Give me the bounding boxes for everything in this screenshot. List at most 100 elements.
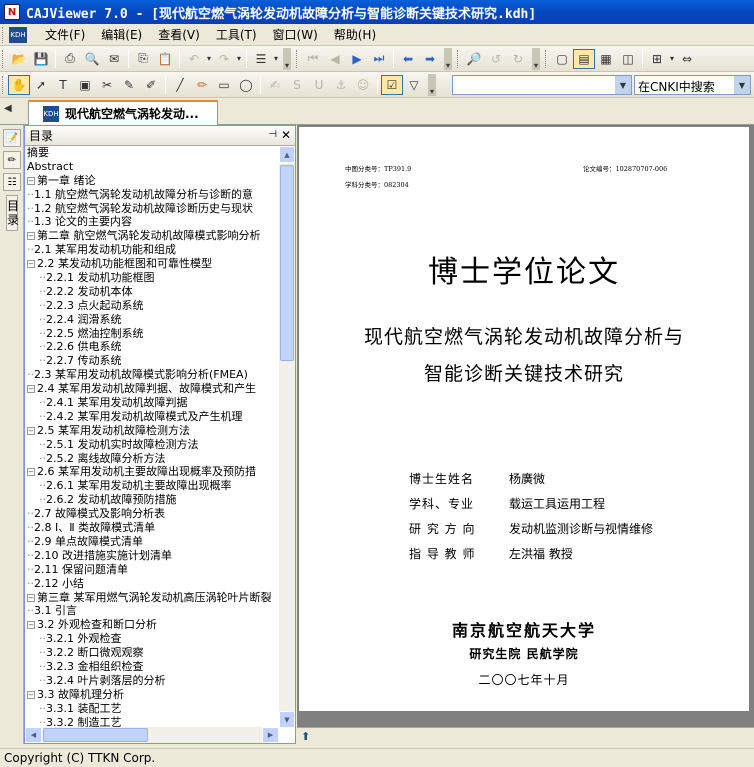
facing-pages-icon[interactable]: ▦ [595, 49, 617, 69]
menubar-grip[interactable] [2, 26, 5, 43]
toc-item[interactable]: ··2.2.1 发动机功能框图 [25, 271, 279, 285]
toc-item[interactable]: ··2.2.6 供电系统 [25, 340, 279, 354]
collapse-icon[interactable]: − [27, 176, 35, 185]
toc-item[interactable]: ··2.12 小结 [25, 577, 279, 591]
toc-horizontal-scrollbar[interactable]: ◀ ▶ [25, 727, 279, 743]
toolbar-grip[interactable] [2, 75, 5, 94]
toc-item[interactable]: ··1.2 航空燃气涡轮发动机故障诊断历史与现状 [25, 202, 279, 216]
close-icon[interactable]: ✕ [281, 128, 291, 142]
pen-icon[interactable]: ✏ [3, 151, 21, 169]
side-tab-toc[interactable]: 目录 [6, 195, 19, 231]
toc-item[interactable]: ··2.6.1 某军用发动机主要故障出现概率 [25, 479, 279, 493]
tab-scroll-left-icon[interactable]: ◀ [4, 103, 12, 114]
toc-item[interactable]: Abstract [25, 160, 279, 174]
paste-icon[interactable]: 📋 [154, 49, 176, 69]
first-page-icon[interactable]: ⏮ [302, 49, 324, 69]
toc-item[interactable]: ··2.4.2 某军用发动机故障模式及产生机理 [25, 410, 279, 424]
toc-item[interactable]: ··2.7 故障模式及影响分析表 [25, 507, 279, 521]
collapse-icon[interactable]: − [27, 260, 35, 269]
toc-item[interactable]: −2.2 某发动机功能框图和可靠性模型 [25, 257, 279, 271]
fit-icon[interactable]: ⇔ [676, 49, 698, 69]
toc-item[interactable]: −3.3 故障机理分析 [25, 688, 279, 702]
toc-item[interactable]: ··2.2.2 发动机本体 [25, 285, 279, 299]
pencil-icon[interactable]: ✏ [191, 75, 213, 95]
toc-item[interactable]: ··2.8 Ⅰ、Ⅱ 类故障模式清单 [25, 521, 279, 535]
menu-file[interactable]: 文件(F) [37, 24, 93, 45]
rotate-right-icon[interactable]: ↻ [507, 49, 529, 69]
rectangle-tool-icon[interactable]: ▭ [213, 75, 235, 95]
image-select-icon[interactable]: ▣ [74, 75, 96, 95]
toolbar-grip[interactable] [457, 49, 460, 68]
toc-vertical-scrollbar[interactable]: ▲ ▼ [279, 146, 295, 728]
open-icon[interactable]: 📂 [8, 49, 30, 69]
toc-item[interactable]: ··2.6.2 发动机故障预防措施 [25, 493, 279, 507]
highlight-icon[interactable]: ✐ [140, 75, 162, 95]
toolbar-overflow-icon[interactable]: ▾ [444, 47, 452, 70]
toc-item[interactable]: ··2.2.7 传动系统 [25, 354, 279, 368]
redo-icon[interactable]: ↷ [213, 49, 235, 69]
pin-icon[interactable]: ⊣ [268, 129, 277, 140]
print-icon[interactable]: ⎙ [59, 49, 81, 69]
toc-item[interactable]: 摘要 [25, 146, 279, 160]
toc-item[interactable]: ··3.3.1 装配工艺 [25, 702, 279, 716]
toc-item[interactable]: ··3.2.3 金相组织检查 [25, 660, 279, 674]
note-icon[interactable]: ☺ [352, 75, 374, 95]
toolbar-overflow-icon[interactable]: ▾ [532, 47, 540, 70]
hand-tool-icon[interactable]: ✋ [8, 74, 30, 95]
rotate-left-icon[interactable]: ↺ [485, 49, 507, 69]
notes-icon[interactable]: 📝 [3, 129, 21, 147]
menu-help[interactable]: 帮助(H) [326, 24, 384, 45]
scroll-thumb[interactable] [43, 728, 148, 742]
search-scope-select[interactable]: 在CNKI中搜索 ▼ [634, 75, 751, 95]
layout-icon[interactable]: ⊞ [646, 49, 668, 69]
scroll-up-icon[interactable]: ▲ [279, 146, 295, 163]
back-icon[interactable]: ⬅ [397, 49, 419, 69]
collapse-icon[interactable]: − [27, 593, 35, 602]
collapse-icon[interactable]: − [27, 426, 35, 435]
undo-icon[interactable]: ↶ [183, 49, 205, 69]
toc-item[interactable]: ··3.1 引言 [25, 604, 279, 618]
layout-dropdown-icon[interactable]: ▾ [668, 49, 676, 69]
toc-item[interactable]: ··3.2.1 外观检查 [25, 632, 279, 646]
undo-dropdown-icon[interactable]: ▾ [205, 49, 213, 69]
document-horizontal-scrollbar[interactable]: ⬆ [297, 727, 754, 744]
tab-document[interactable]: KDH 现代航空燃气涡轮发动... [28, 100, 218, 125]
print-preview-icon[interactable]: 🔍 [81, 49, 103, 69]
toc-item[interactable]: ··2.2.4 润滑系统 [25, 313, 279, 327]
scroll-left-icon[interactable]: ◀ [25, 727, 42, 743]
zoom-icon[interactable]: 🔎 [463, 49, 485, 69]
toc-item[interactable]: ··1.1 航空燃气涡轮发动机故障分析与诊断的意 [25, 188, 279, 202]
toc-item[interactable]: −2.5 某军用发动机故障检测方法 [25, 424, 279, 438]
toc-item[interactable]: ··2.2.3 点火起动系统 [25, 299, 279, 313]
single-page-icon[interactable]: ▢ [551, 49, 573, 69]
filter-icon[interactable]: ▽ [403, 75, 425, 95]
continuous-facing-icon[interactable]: ◫ [617, 49, 639, 69]
collapse-icon[interactable]: − [27, 621, 35, 630]
toc-item[interactable]: ··2.3 某军用发动机故障模式影响分析(FMEA) [25, 368, 279, 382]
bookmark-icon[interactable]: ☑ [381, 74, 403, 95]
menu-edit[interactable]: 编辑(E) [93, 24, 150, 45]
redo-dropdown-icon[interactable]: ▾ [235, 49, 243, 69]
chevron-down-icon[interactable]: ▼ [734, 76, 750, 94]
scroll-thumb[interactable] [280, 165, 294, 361]
toolbar-overflow-icon[interactable]: ▾ [428, 73, 436, 96]
collapse-icon[interactable]: − [27, 468, 35, 477]
toc-item[interactable]: −2.6 某军用发动机主要故障出现概率及预防措 [25, 465, 279, 479]
email-icon[interactable]: ✉ [103, 49, 125, 69]
collapse-icon[interactable]: − [27, 385, 35, 394]
select-arrow-icon[interactable]: ➚ [30, 75, 52, 95]
ocr-icon[interactable]: ✎ [118, 75, 140, 95]
toolbar-grip[interactable] [2, 49, 5, 68]
continuous-page-icon[interactable]: ▤ [573, 48, 595, 69]
document-page[interactable]: 中图分类号：TP391.9 论文编号：102870707-006 学科分类号：0… [299, 127, 749, 711]
toc-item[interactable]: − 第二章 航空燃气涡轮发动机故障模式影响分析 [25, 229, 279, 243]
toc-item[interactable]: −2.4 某军用发动机故障判据、故障模式和产生 [25, 382, 279, 396]
menu-tools[interactable]: 工具(T) [208, 24, 265, 45]
properties-icon[interactable]: ☰ [250, 49, 272, 69]
toc-item[interactable]: ··2.11 保留问题清单 [25, 563, 279, 577]
search-input[interactable]: ▼ [452, 75, 632, 95]
toc-item[interactable]: ··3.2.4 叶片剥落层的分析 [25, 674, 279, 688]
text-select-icon[interactable]: T [52, 75, 74, 95]
menu-view[interactable]: 查看(V) [150, 24, 208, 45]
up-arrow-icon[interactable]: ⬆ [301, 730, 310, 743]
